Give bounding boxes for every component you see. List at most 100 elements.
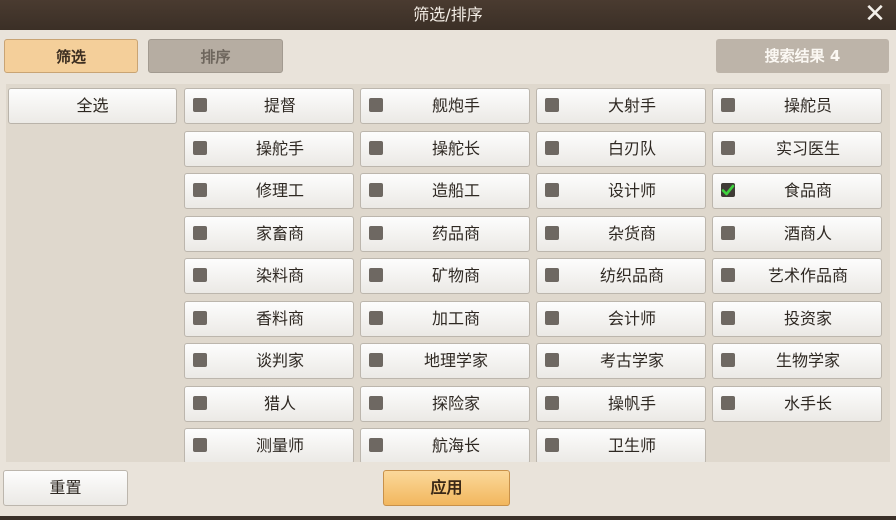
filter-item-label: 提督 bbox=[263, 96, 296, 115]
filter-item[interactable]: 操舵手 bbox=[184, 130, 354, 167]
checkbox-icon[interactable] bbox=[545, 310, 559, 325]
filter-item[interactable]: 航海长 bbox=[360, 428, 530, 462]
checkbox-icon[interactable] bbox=[369, 140, 383, 155]
filter-item-label: 卫生师 bbox=[607, 436, 656, 455]
checkbox-icon[interactable] bbox=[193, 310, 207, 325]
checkbox-icon[interactable] bbox=[721, 353, 735, 367]
filter-item[interactable]: 大射手 bbox=[536, 88, 706, 124]
filter-item-label: 加工商 bbox=[431, 308, 480, 328]
filter-item-label: 测量师 bbox=[255, 436, 304, 455]
checkbox-icon[interactable] bbox=[721, 140, 735, 155]
checkbox-icon[interactable] bbox=[721, 225, 735, 240]
filter-item[interactable]: 地理学家 bbox=[360, 343, 530, 379]
filter-item-label: 设计师 bbox=[607, 181, 656, 200]
checkbox-icon[interactable] bbox=[721, 98, 735, 112]
checkbox-icon[interactable] bbox=[369, 438, 383, 452]
filter-item[interactable]: 实习医生 bbox=[712, 130, 882, 167]
filter-item[interactable]: 舰炮手 bbox=[360, 88, 530, 124]
checkbox-checked-icon[interactable] bbox=[721, 183, 735, 197]
checkbox-icon[interactable] bbox=[193, 225, 207, 240]
filter-item[interactable]: 药品商 bbox=[360, 215, 530, 252]
filter-item[interactable]: 香料商 bbox=[184, 300, 354, 337]
filter-item-label: 食品商 bbox=[783, 181, 832, 200]
select-all-button[interactable]: 全选 bbox=[8, 88, 177, 124]
filter-item[interactable]: 操帆手 bbox=[536, 385, 706, 422]
checkbox-icon[interactable] bbox=[369, 310, 383, 325]
filter-item[interactable]: 食品商 bbox=[712, 173, 882, 209]
dialog-title: 筛选/排序 bbox=[413, 5, 483, 24]
filter-item-label: 酒商人 bbox=[783, 223, 832, 243]
apply-button[interactable]: 应用 bbox=[383, 470, 510, 506]
reset-button[interactable]: 重置 bbox=[3, 470, 128, 506]
filter-item-label: 操舵手 bbox=[255, 138, 304, 158]
filter-item[interactable]: 染料商 bbox=[184, 258, 354, 294]
checkbox-icon[interactable] bbox=[369, 353, 383, 367]
filter-item[interactable]: 矿物商 bbox=[360, 258, 530, 294]
filter-list[interactable]: 全选 提督 舰炮手 大射手 操舵员操舵手 操舵长 白刃队 实习医生修理工 造船工 设计师 食品商家… bbox=[6, 84, 890, 462]
checkbox-icon[interactable] bbox=[545, 438, 559, 452]
checkbox-icon[interactable] bbox=[193, 98, 207, 112]
checkbox-icon[interactable] bbox=[545, 140, 559, 155]
checkbox-icon[interactable] bbox=[369, 183, 383, 197]
checkbox-icon[interactable] bbox=[721, 310, 735, 325]
checkbox-icon[interactable] bbox=[369, 98, 383, 112]
filter-item[interactable]: 白刃队 bbox=[536, 130, 706, 167]
filter-item[interactable]: 会计师 bbox=[536, 300, 706, 337]
checkbox-icon[interactable] bbox=[193, 395, 207, 410]
filter-item-label: 谈判家 bbox=[255, 351, 304, 370]
filter-item[interactable]: 生物学家 bbox=[712, 343, 882, 379]
checkbox-icon[interactable] bbox=[193, 268, 207, 282]
filter-item[interactable]: 卫生师 bbox=[536, 428, 706, 462]
filter-item[interactable]: 提督 bbox=[184, 88, 354, 124]
checkbox-icon[interactable] bbox=[369, 225, 383, 240]
checkbox-icon[interactable] bbox=[545, 183, 559, 197]
filter-item[interactable]: 操舵员 bbox=[712, 88, 882, 124]
filter-item-label: 家畜商 bbox=[255, 223, 304, 243]
filter-item-label: 操舵员 bbox=[783, 96, 832, 115]
tab-filter[interactable]: 筛选 bbox=[4, 39, 138, 73]
checkbox-icon[interactable] bbox=[193, 183, 207, 197]
filter-item[interactable]: 操舵长 bbox=[360, 130, 530, 167]
filter-item-label: 香料商 bbox=[255, 308, 304, 328]
filter-item[interactable]: 杂货商 bbox=[536, 215, 706, 252]
checkbox-icon[interactable] bbox=[545, 268, 559, 282]
checkbox-icon[interactable] bbox=[545, 353, 559, 367]
filter-item[interactable]: 家畜商 bbox=[184, 215, 354, 252]
filter-item[interactable]: 修理工 bbox=[184, 173, 354, 209]
filter-item-label: 杂货商 bbox=[607, 223, 656, 243]
filter-item[interactable]: 艺术作品商 bbox=[712, 258, 882, 294]
tab-sort[interactable]: 排序 bbox=[148, 39, 283, 73]
filter-item-label: 实习医生 bbox=[775, 138, 840, 158]
filter-item-label: 染料商 bbox=[255, 266, 304, 285]
filter-item-label: 投资家 bbox=[783, 308, 832, 328]
filter-item-label: 会计师 bbox=[607, 308, 656, 328]
filter-item[interactable]: 测量师 bbox=[184, 428, 354, 462]
checkbox-icon[interactable] bbox=[721, 395, 735, 410]
checkbox-icon[interactable] bbox=[369, 395, 383, 410]
filter-item[interactable]: 加工商 bbox=[360, 300, 530, 337]
filter-item[interactable]: 谈判家 bbox=[184, 343, 354, 379]
filter-item-label: 艺术作品商 bbox=[767, 266, 848, 285]
checkbox-icon[interactable] bbox=[545, 98, 559, 112]
filter-item[interactable]: 设计师 bbox=[536, 173, 706, 209]
filter-item-label: 操舵长 bbox=[431, 138, 480, 158]
checkbox-icon[interactable] bbox=[193, 438, 207, 452]
checkbox-icon[interactable] bbox=[193, 140, 207, 155]
filter-item[interactable]: 探险家 bbox=[360, 385, 530, 422]
filter-item-label: 白刃队 bbox=[607, 138, 656, 158]
filter-item[interactable]: 纺织品商 bbox=[536, 258, 706, 294]
checkbox-icon[interactable] bbox=[193, 353, 207, 367]
checkbox-icon[interactable] bbox=[369, 268, 383, 282]
filter-item[interactable]: 水手长 bbox=[712, 385, 882, 422]
filter-item-label: 地理学家 bbox=[423, 351, 488, 370]
filter-item[interactable]: 投资家 bbox=[712, 300, 882, 337]
filter-item[interactable]: 酒商人 bbox=[712, 215, 882, 252]
filter-item-label: 药品商 bbox=[431, 223, 480, 243]
filter-item[interactable]: 造船工 bbox=[360, 173, 530, 209]
checkbox-icon[interactable] bbox=[545, 225, 559, 240]
checkbox-icon[interactable] bbox=[721, 268, 735, 282]
filter-item[interactable]: 考古学家 bbox=[536, 343, 706, 379]
filter-item[interactable]: 猎人 bbox=[184, 385, 354, 422]
close-icon[interactable]: ✕ bbox=[862, 1, 888, 28]
checkbox-icon[interactable] bbox=[545, 395, 559, 410]
